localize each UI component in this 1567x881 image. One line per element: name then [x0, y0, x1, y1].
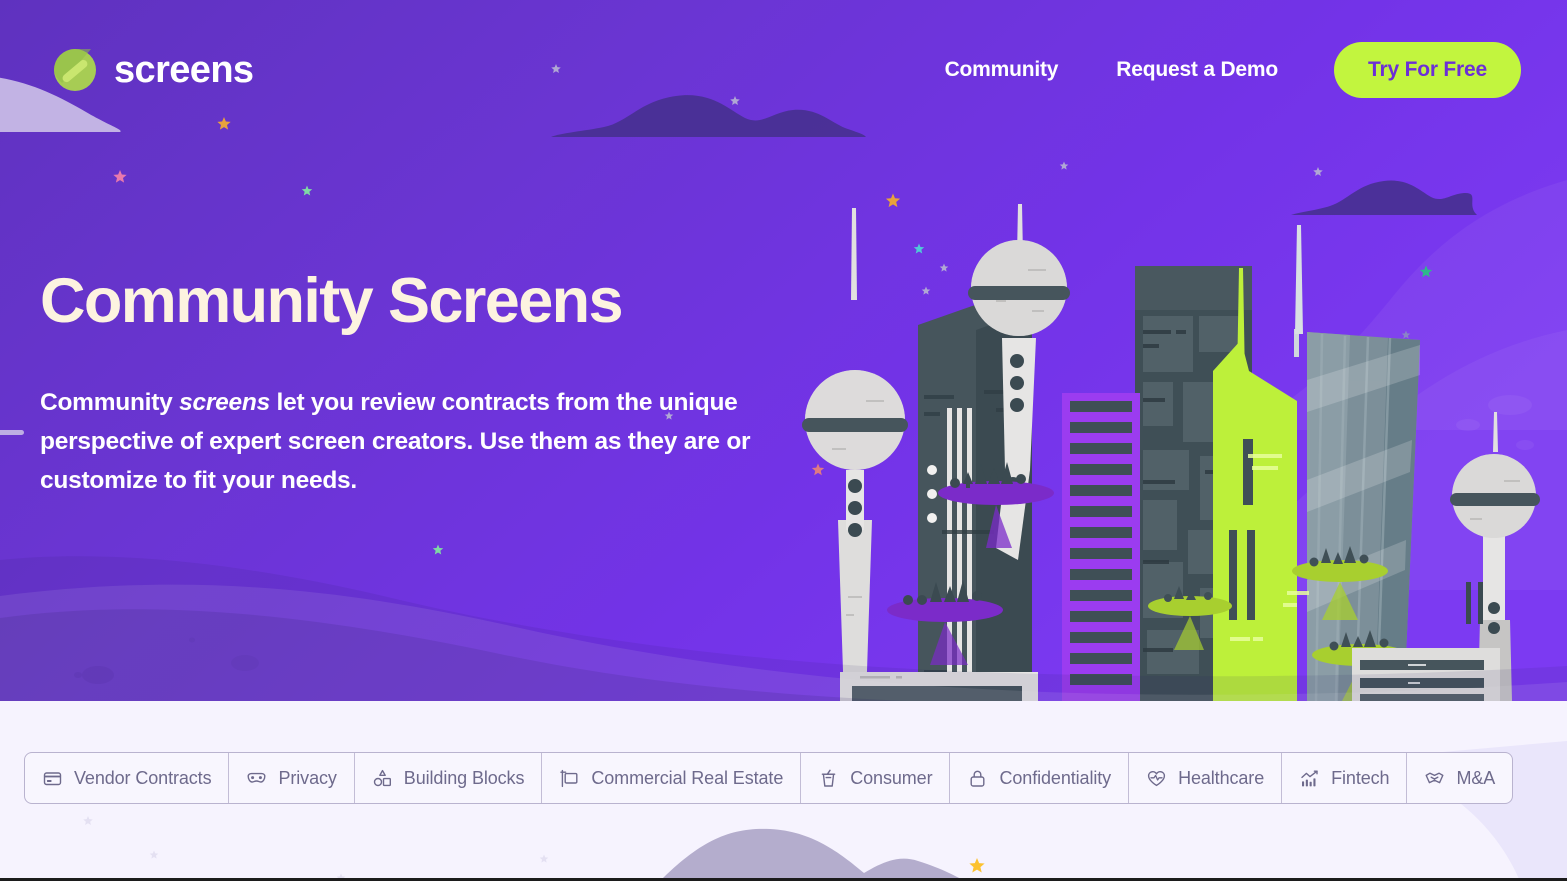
filter-label: Commercial Real Estate	[591, 767, 784, 788]
lock-icon	[967, 768, 988, 789]
handshake-icon	[1424, 768, 1445, 789]
hero-copy: Community Screens Community screens let …	[40, 268, 820, 500]
brand-logo[interactable]: screens	[52, 47, 254, 93]
shapes-icon	[372, 768, 393, 789]
filter-commercial-real-estate[interactable]: Commercial Real Estate	[542, 753, 802, 803]
cup-icon	[818, 768, 839, 789]
sign-icon	[559, 768, 580, 789]
filter-fintech[interactable]: Fintech	[1282, 753, 1408, 803]
chart-bars-icon	[1299, 768, 1320, 789]
heart-pulse-icon	[1146, 768, 1167, 789]
brand-name: screens	[114, 49, 254, 91]
filter-label: Consumer	[850, 767, 933, 788]
mask-icon	[246, 768, 267, 789]
filter-label: Privacy	[278, 767, 337, 788]
page-root: screens Community Request a Demo Try For…	[0, 0, 1567, 881]
top-navigation: screens Community Request a Demo Try For…	[0, 0, 1567, 140]
filter-label: Vendor Contracts	[74, 767, 212, 788]
filter-label: M&A	[1456, 767, 1496, 788]
filter-healthcare[interactable]: Healthcare	[1129, 753, 1283, 803]
filter-consumer[interactable]: Consumer	[801, 753, 951, 803]
filter-vendor-contracts[interactable]: Vendor Contracts	[25, 753, 230, 803]
filter-label: Healthcare	[1178, 767, 1265, 788]
nav-links: Community Request a Demo Try For Free	[887, 42, 1521, 98]
page-title: Community Screens	[40, 266, 624, 336]
nav-link-community[interactable]: Community	[945, 48, 1059, 92]
hero-subtitle-emphasis: screens	[179, 389, 270, 417]
filter-label: Building Blocks	[403, 767, 525, 788]
card-icon	[42, 768, 63, 789]
hero-subtitle-part-1: Community	[40, 389, 180, 417]
filter-privacy[interactable]: Privacy	[229, 753, 355, 803]
try-for-free-button[interactable]: Try For Free	[1334, 42, 1521, 98]
screens-logo-icon	[54, 49, 96, 91]
category-filter-bar: Vendor Contracts Privacy Building Blocks Co…	[24, 752, 1514, 804]
hero-section: screens Community Request a Demo Try For…	[0, 0, 1567, 701]
filter-building-blocks[interactable]: Building Blocks	[355, 753, 543, 803]
filter-confidentiality[interactable]: Confidentiality	[950, 753, 1130, 803]
nav-link-request-demo[interactable]: Request a Demo	[1116, 48, 1278, 92]
filter-label: Fintech	[1331, 767, 1390, 788]
filter-m-and-a[interactable]: M&A	[1407, 753, 1512, 803]
hero-subtitle: Community screens let you review contrac…	[40, 384, 770, 500]
filter-label: Confidentiality	[999, 767, 1112, 788]
